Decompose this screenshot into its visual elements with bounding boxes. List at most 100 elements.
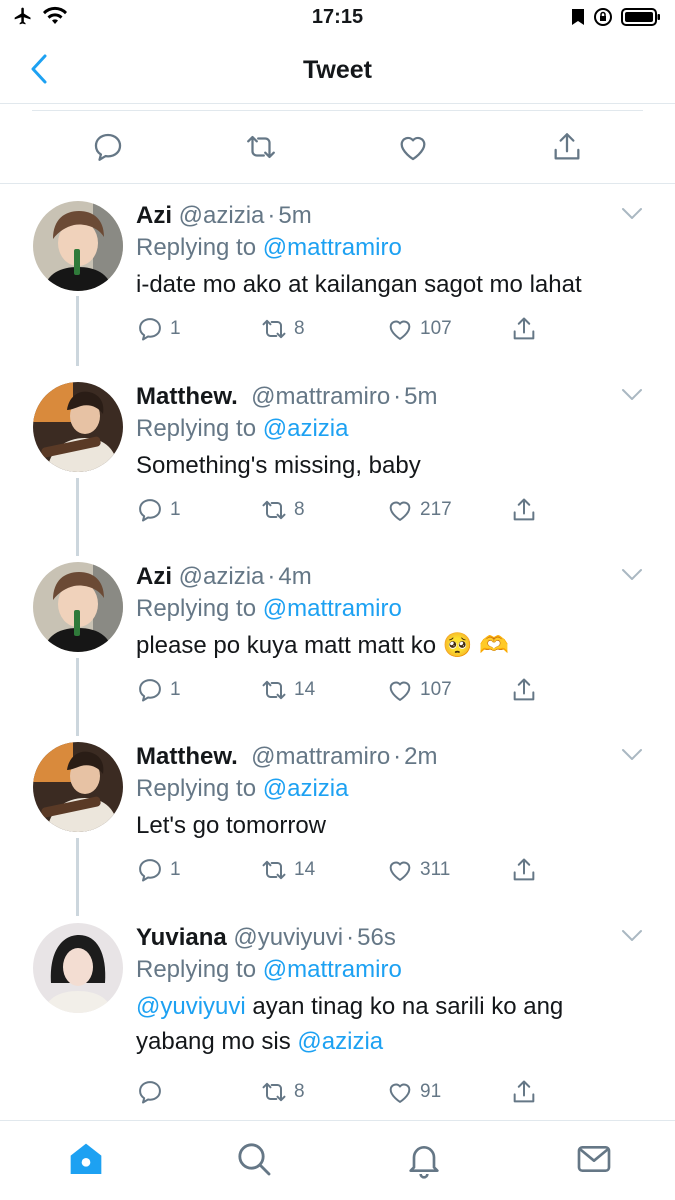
tab-notifications[interactable] [404, 1139, 444, 1179]
share-icon [513, 498, 535, 521]
display-name[interactable]: Matthew. [136, 383, 238, 410]
retweet-count: 8 [294, 1081, 305, 1102]
home-icon [70, 1143, 102, 1174]
display-name[interactable]: Matthew. [136, 743, 238, 770]
main-reply-button[interactable] [91, 130, 125, 164]
retweet-button[interactable]: 14 [260, 855, 315, 885]
tweet-actions: 1 14 107 [136, 675, 646, 715]
display-name[interactable]: Yuviana [136, 924, 227, 951]
main-share-button[interactable] [550, 130, 584, 164]
mention-link[interactable]: @mattramiro [263, 595, 402, 622]
handle[interactable]: @azizia [179, 202, 265, 229]
reply-count: 1 [170, 318, 181, 339]
tweet-text: @yuviyuvi ayan tinag ko na sarili ko ang… [136, 993, 564, 1055]
reply-button[interactable]: 1 [136, 495, 181, 525]
like-button[interactable]: 107 [386, 675, 452, 705]
tweet-header: Azi @azizia · 5m [136, 202, 312, 229]
retweet-icon [262, 319, 286, 339]
heart-icon [389, 1083, 411, 1103]
mention-link[interactable]: @mattramiro [263, 234, 402, 261]
like-button[interactable]: 91 [386, 1077, 441, 1107]
chevron-down-icon[interactable] [621, 568, 643, 582]
handle[interactable]: @mattramiro [251, 383, 390, 410]
main-like-button[interactable] [396, 130, 430, 164]
timestamp: 5m [278, 202, 312, 229]
avatar[interactable] [33, 201, 123, 291]
handle[interactable]: @azizia [179, 563, 265, 590]
reply-button[interactable] [136, 1077, 170, 1107]
retweet-icon [262, 680, 286, 700]
retweet-button[interactable]: 14 [260, 675, 315, 705]
avatar[interactable] [33, 742, 123, 832]
reply-button[interactable]: 1 [136, 855, 181, 885]
battery-icon [621, 8, 660, 26]
heart-icon [389, 501, 411, 521]
share-button[interactable] [510, 855, 538, 885]
retweet-button[interactable]: 8 [260, 1077, 305, 1107]
retweet-button[interactable]: 8 [260, 495, 305, 525]
mention-link[interactable]: @mattramiro [263, 956, 402, 983]
reply-icon [139, 499, 161, 522]
avatar[interactable] [33, 382, 123, 472]
share-button[interactable] [510, 495, 538, 525]
avatar[interactable] [33, 923, 123, 1013]
mention-link[interactable]: @yuviyuvi [136, 993, 246, 1020]
like-button[interactable]: 107 [386, 314, 452, 344]
replying-to: Replying to @mattramiro [136, 595, 402, 622]
share-button[interactable] [510, 314, 538, 344]
display-name[interactable]: Azi [136, 563, 172, 590]
tweet-actions: 1 14 311 [136, 855, 646, 895]
retweet-button[interactable]: 8 [260, 314, 305, 344]
tab-search[interactable] [234, 1139, 274, 1179]
display-name[interactable]: Azi [136, 202, 172, 229]
share-button[interactable] [510, 675, 538, 705]
orientation-lock-icon [594, 8, 612, 26]
handle[interactable]: @mattramiro [251, 743, 390, 770]
main-tweet-actions [0, 112, 675, 184]
thread-line [76, 296, 79, 366]
page-title: Tweet [303, 56, 372, 84]
reply-icon [139, 859, 161, 882]
tweet-text: Let's go tomorrow [136, 812, 326, 839]
thread-line [76, 478, 79, 556]
replying-to: Replying to @azizia [136, 415, 349, 442]
avatar[interactable] [33, 562, 123, 652]
main-retweet-button[interactable] [244, 130, 278, 164]
replying-to: Replying to @mattramiro [136, 234, 402, 261]
tweet-actions: 8 91 [136, 1077, 646, 1117]
reply-icon [94, 133, 122, 161]
tweet-actions: 1 8 107 [136, 314, 646, 354]
divider [32, 110, 643, 111]
reply-count: 1 [170, 679, 181, 700]
share-button[interactable] [510, 1077, 538, 1107]
tweet-text: please po kuya matt matt ko 🥺 🫶 [136, 632, 510, 659]
tab-bar [0, 1120, 675, 1200]
chevron-down-icon[interactable] [621, 748, 643, 762]
mention-link[interactable]: @azizia [263, 775, 349, 802]
mail-icon [577, 1146, 611, 1172]
retweet-icon [262, 500, 286, 520]
retweet-icon [247, 135, 275, 159]
heart-icon [389, 681, 411, 701]
tweet-header: Yuviana @yuviyuvi · 56s [136, 924, 396, 951]
chevron-down-icon[interactable] [621, 388, 643, 402]
reply-icon [139, 318, 161, 341]
mention-link[interactable]: @azizia [297, 1028, 383, 1055]
like-count: 311 [420, 859, 451, 880]
heart-icon [389, 861, 411, 881]
handle[interactable]: @yuviyuvi [233, 924, 343, 951]
like-button[interactable]: 311 [386, 855, 450, 885]
reply-button[interactable]: 1 [136, 675, 181, 705]
reply-button[interactable]: 1 [136, 314, 181, 344]
thread-line [76, 838, 79, 916]
replying-to: Replying to @mattramiro [136, 956, 402, 983]
retweet-count: 14 [294, 679, 316, 700]
mention-link[interactable]: @azizia [263, 415, 349, 442]
status-bar: 17:15 [0, 0, 675, 36]
tab-home[interactable] [66, 1139, 106, 1179]
chevron-down-icon[interactable] [621, 929, 643, 943]
chevron-down-icon[interactable] [621, 207, 643, 221]
like-button[interactable]: 217 [386, 495, 452, 525]
bell-icon [409, 1146, 439, 1179]
tab-messages[interactable] [574, 1139, 614, 1179]
